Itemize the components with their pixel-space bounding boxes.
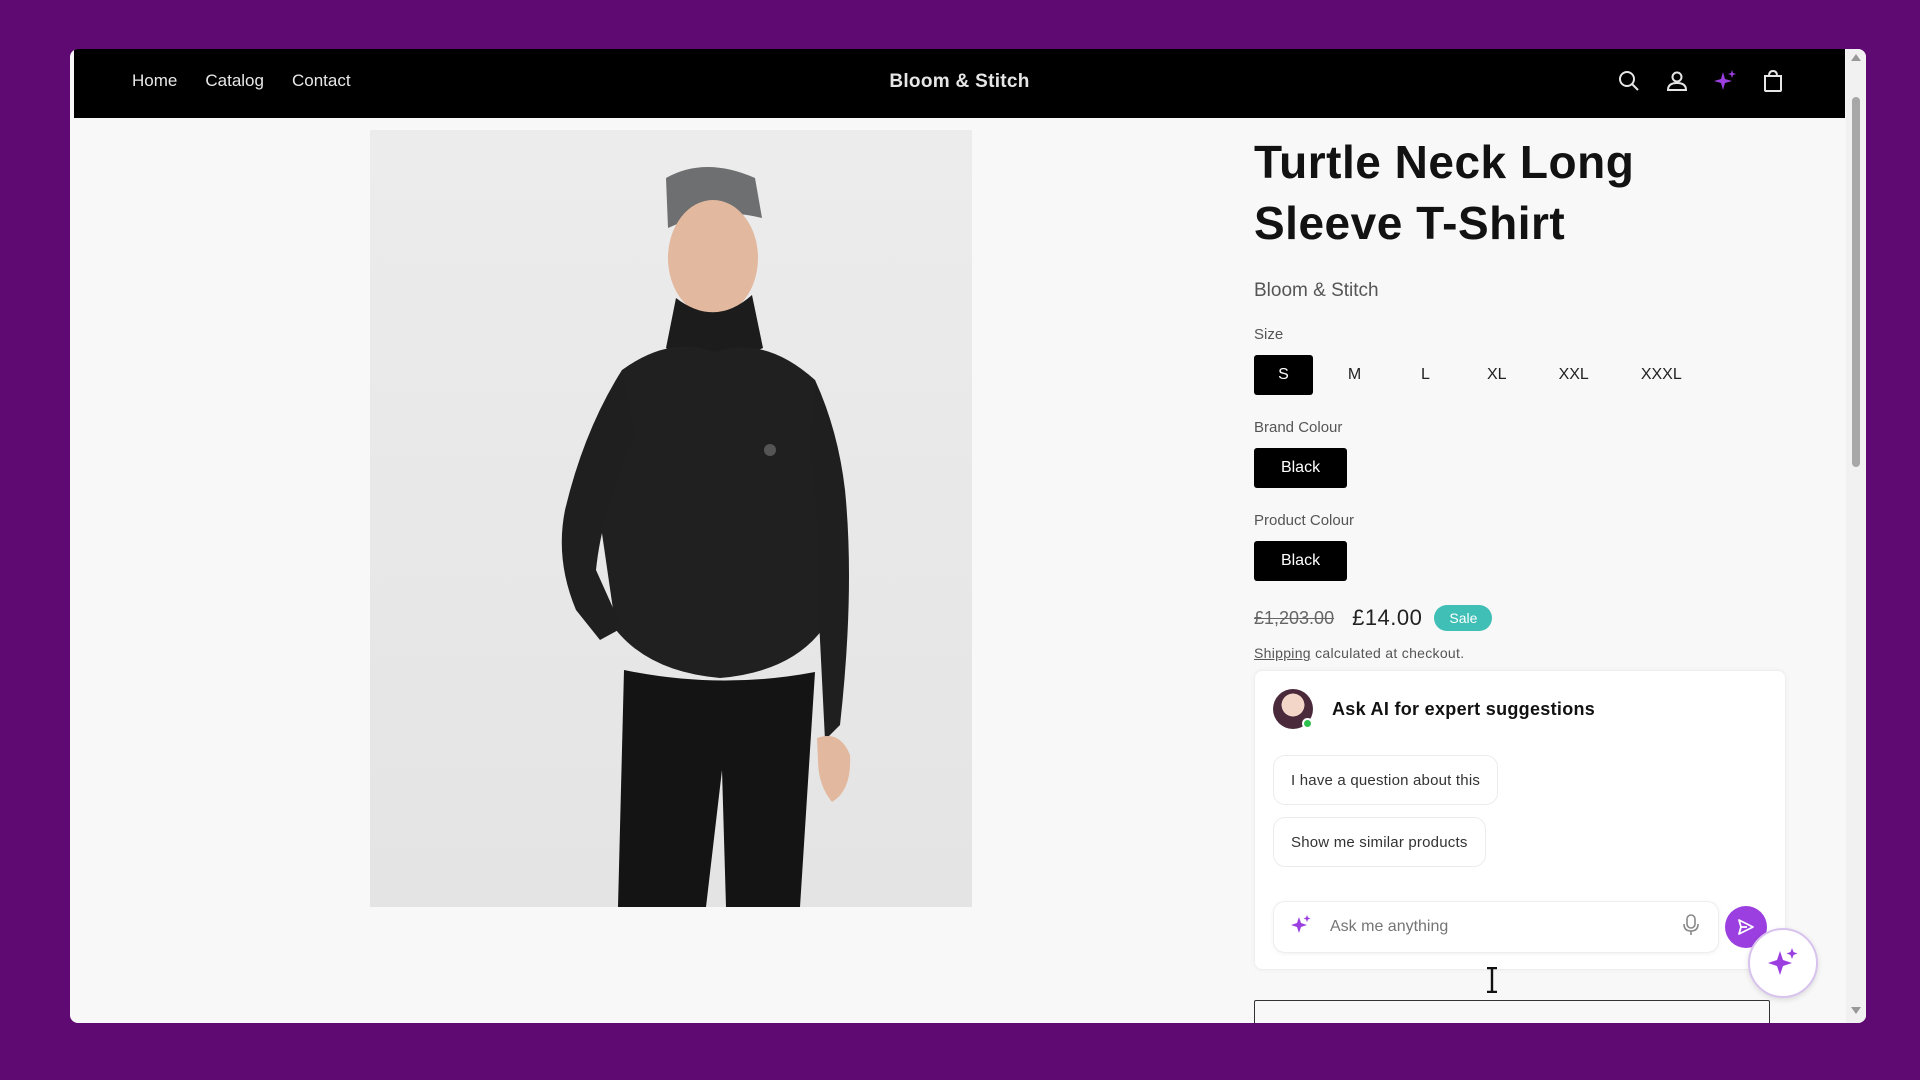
size-selector: S M L XL XXL XXXL [1254,355,1794,395]
shipping-text: calculated at checkout. [1310,645,1465,661]
store-logo[interactable]: Bloom & Stitch [74,71,1845,93]
scroll-up-arrow[interactable] [1851,54,1861,61]
product-colour-label: Product Colour [1254,512,1355,529]
product-vendor: Bloom & Stitch [1254,280,1379,301]
size-option-s[interactable]: S [1254,355,1313,395]
ai-header: Ask AI for expert suggestions [1273,689,1595,729]
suggestion-chip-question[interactable]: I have a question about this [1273,755,1499,805]
ai-title: Ask AI for expert suggestions [1332,698,1596,719]
microphone-icon[interactable] [1682,913,1700,942]
add-to-cart-button[interactable] [1254,1000,1770,1023]
sale-price: £14.00 [1352,605,1423,630]
scroll-down-arrow[interactable] [1851,1007,1861,1014]
sale-badge: Sale [1434,605,1493,631]
sparkle-icon[interactable] [1711,67,1739,95]
sparkle-icon [1768,948,1798,975]
brand-colour-option[interactable]: Black [1254,448,1347,488]
cart-icon[interactable] [1759,67,1787,95]
ai-input-box[interactable] [1273,901,1719,953]
product-details: Turtle Neck Long Sleeve T-Shirt Bloom & … [1254,132,1794,661]
product-title: Turtle Neck Long Sleeve T-Shirt [1254,136,1635,249]
assistant-avatar [1273,689,1313,729]
size-option-xxl[interactable]: XXL [1539,355,1609,395]
product-colour-option[interactable]: Black [1254,541,1347,581]
scroll-thumb[interactable] [1852,97,1860,467]
brand-colour-label: Brand Colour [1254,419,1343,436]
size-option-m[interactable]: M [1325,355,1384,395]
price-row: £1,203.00 £14.00 Sale [1254,605,1794,631]
regular-price: £1,203.00 [1254,607,1335,628]
text-cursor-icon [1486,966,1498,998]
search-icon[interactable] [1615,67,1643,95]
size-option-xl[interactable]: XL [1467,355,1527,395]
send-icon [1738,919,1754,935]
shipping-note: Shipping calculated at checkout. [1254,645,1794,661]
size-label: Size [1254,326,1284,343]
shipping-link[interactable]: Shipping [1254,645,1311,661]
suggestion-chip-similar[interactable]: Show me similar products [1273,817,1486,867]
size-option-l[interactable]: L [1396,355,1455,395]
size-option-xxxl[interactable]: XXXL [1621,355,1702,395]
online-status-dot [1302,718,1313,729]
product-image[interactable] [370,130,972,907]
ai-chat-input[interactable] [1330,918,1682,936]
site-header: Home Catalog Contact Bloom & Stitch [74,49,1845,118]
ai-launcher-button[interactable] [1748,928,1818,998]
ai-assistant-card: Ask AI for expert suggestions I have a q… [1254,670,1786,970]
browser-window: Home Catalog Contact Bloom & Stitch Turt… [70,49,1866,1023]
model-photo [561,167,851,907]
header-icons [1615,67,1787,95]
account-icon[interactable] [1663,67,1691,95]
sparkle-icon [1290,914,1312,941]
page-scrollbar[interactable] [1846,49,1866,1023]
